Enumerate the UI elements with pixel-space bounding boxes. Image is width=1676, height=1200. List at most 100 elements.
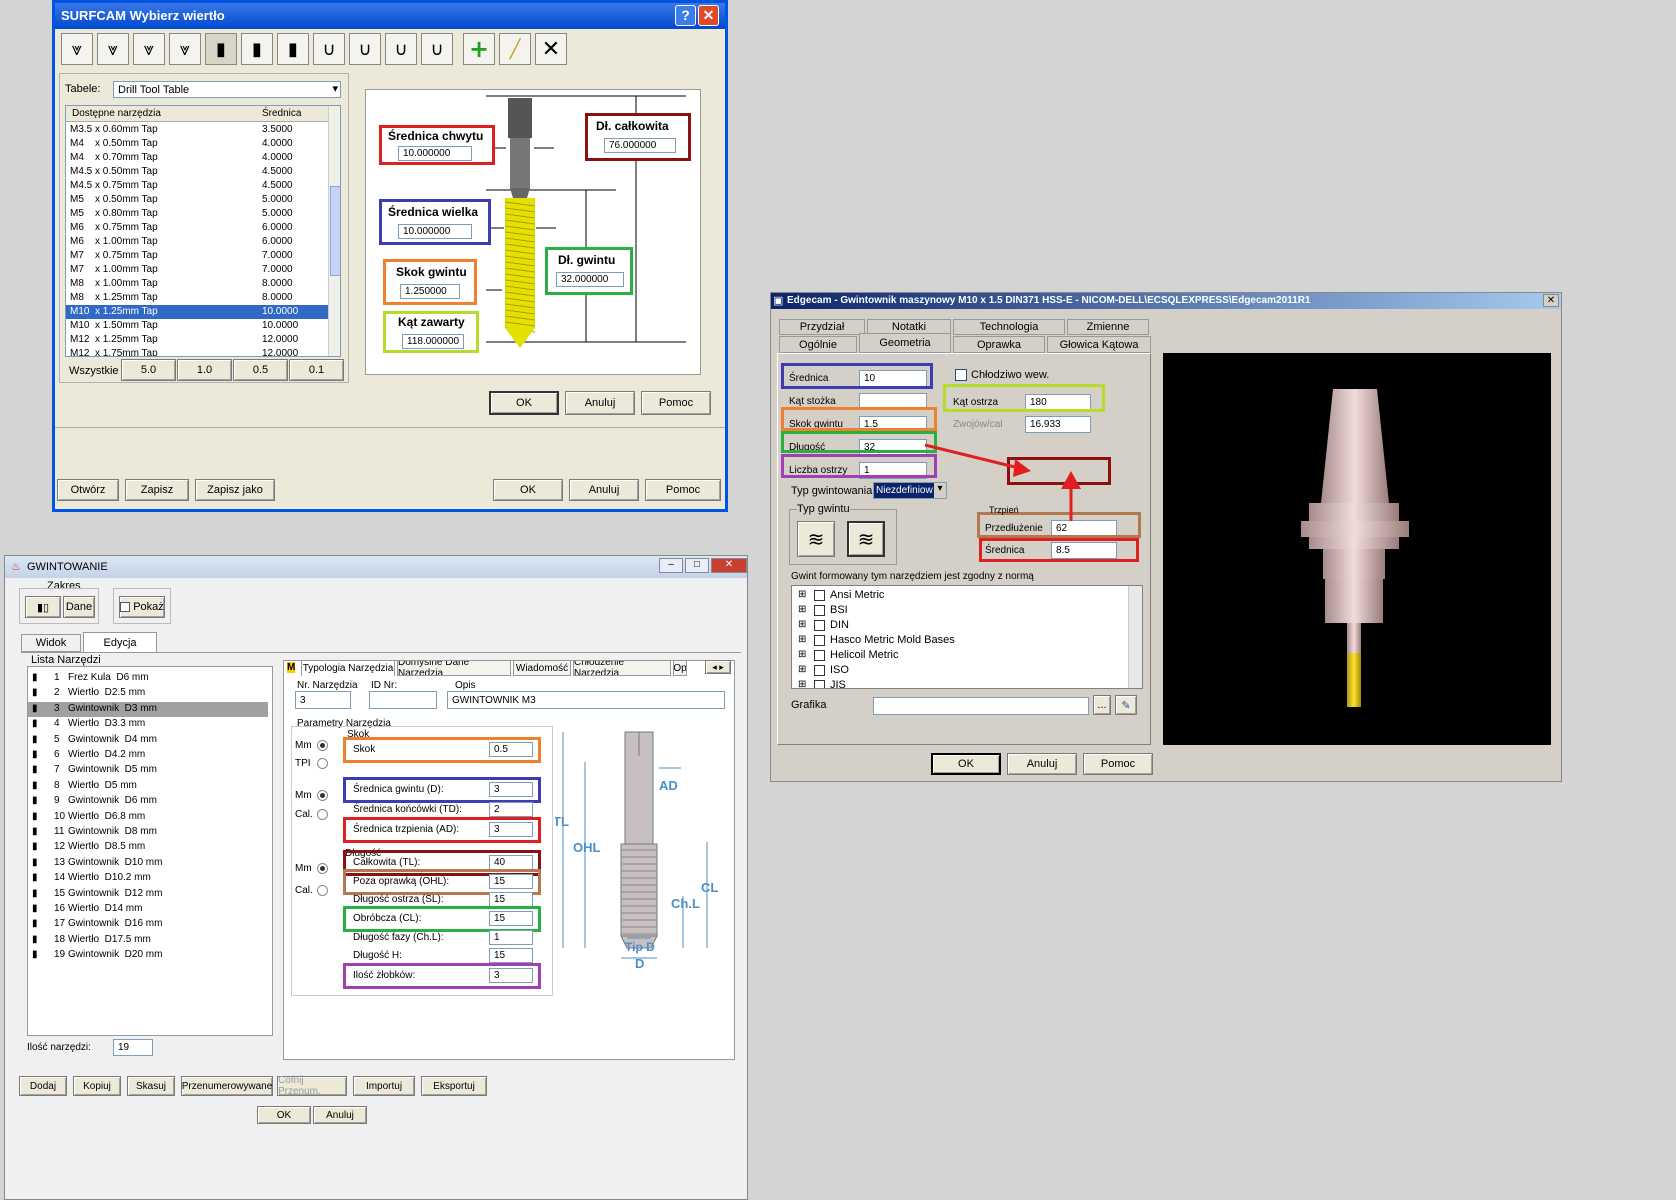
total-length-field[interactable]: 76.000000 [604,138,676,153]
list-item[interactable]: ▮ 6 Wiertło D4.2 mm [28,748,268,763]
list-scrollbar[interactable] [328,106,340,356]
table-row[interactable]: M10 x 1.25mm Tap 10.0000 [66,305,328,319]
expand-icon[interactable]: ⊞ [798,679,806,688]
tap-icon[interactable]: ▮ [205,33,237,65]
drill-type-3-icon[interactable]: ⩔ [133,33,165,65]
drill-type-2-icon[interactable]: ⩔ [97,33,129,65]
col-diam-header[interactable]: Średnica [262,108,301,119]
id-field[interactable] [369,691,437,709]
help-title-button[interactable]: ? [675,5,696,26]
tab-scroll-arrows-icon[interactable]: ◂ ▸ [705,660,731,674]
pencil-icon[interactable]: ✎ [1115,695,1137,715]
fazy-field[interactable]: 1 [489,930,533,945]
drill-type-4-icon[interactable]: ⩔ [169,33,201,65]
tree-item[interactable]: ⊞ JIS [792,678,1122,688]
kat_stozka-field[interactable] [859,393,927,410]
drill-type-1-icon[interactable]: ⩔ [61,33,93,65]
surfcam-ok2-button[interactable]: OK [493,479,563,501]
table-row[interactable]: M5 x 0.50mm Tap 5.0000 [66,193,328,207]
expand-icon[interactable]: ⊞ [798,619,806,630]
table-select[interactable]: Drill Tool Table ▾ [113,81,341,98]
surfcam-help2-button[interactable]: Pomoc [645,479,721,501]
col-tools-header[interactable]: Dostępne narzędzia [72,108,161,119]
add-icon[interactable]: + [463,33,495,65]
list-item[interactable]: ▮ 2 Wiertło D2.5 mm [28,686,268,701]
table-row[interactable]: M4 x 0.70mm Tap 4.0000 [66,151,328,165]
open-button[interactable]: Otwórz [57,479,119,501]
mm-radio-2[interactable] [317,790,328,801]
expand-icon[interactable]: ⊞ [798,664,806,675]
zakres-tool-button[interactable]: ▮▯ [25,596,61,618]
list-item[interactable]: ▮ 8 Wiertło D5 mm [28,779,268,794]
tpi-radio[interactable] [317,758,328,769]
edge-help-button[interactable]: Pomoc [1083,753,1153,775]
minimize-icon[interactable]: ‒ [659,558,683,573]
expand-icon[interactable]: ⊞ [798,604,806,615]
edge-tab-bottom-1[interactable]: Geometria [859,333,951,353]
norm-checkbox[interactable] [814,680,825,688]
edge-tab-top-3[interactable]: Zmienne [1067,319,1149,335]
shank-diam-field[interactable]: 10.000000 [398,146,472,161]
included-angle-field[interactable]: 118.000000 [402,334,464,349]
list-item[interactable]: ▮ 16 Wiertło D14 mm [28,902,268,917]
edge-tab-top-0[interactable]: Przydział [779,319,865,335]
list-item[interactable]: ▮ 17 Gwintownik D16 mm [28,917,268,932]
table-row[interactable]: M4 x 0.50mm Tap 4.0000 [66,137,328,151]
list-item[interactable]: ▮ 10 Wiertło D6.8 mm [28,810,268,825]
tree-item[interactable]: ⊞ Helicoil Metric [792,648,1122,663]
bottom-button-1[interactable]: Kopiuj [73,1076,121,1096]
table-row[interactable]: M7 x 1.00mm Tap 7.0000 [66,263,328,277]
table-row[interactable]: M8 x 1.25mm Tap 8.0000 [66,291,328,305]
bottom-button-5[interactable]: Importuj [353,1076,415,1096]
reamer-icon[interactable]: ▮ [241,33,273,65]
pokaz-button[interactable]: Pokaż [119,596,165,618]
tab-edycja[interactable]: Edycja [83,632,157,652]
tab-0[interactable]: Typologia Narzędzia [301,660,395,676]
tree-item[interactable]: ⊞ Ansi Metric [792,588,1122,603]
filter-01-button[interactable]: 0.1 [289,359,344,381]
table-row[interactable]: M12 x 1.75mm Tap 12.0000 [66,347,328,356]
browse-button[interactable]: ... [1093,695,1111,715]
sr_gw-field[interactable]: 3 [489,782,533,797]
pitch-field[interactable]: 1.250000 [400,284,460,299]
edge-tab-bottom-3[interactable]: Głowica Kątowa [1047,336,1151,353]
sr_trz-field[interactable]: 3 [489,822,533,837]
expand-icon[interactable]: ⊞ [798,589,806,600]
list-item[interactable]: ▮ 12 Wiertło D8.5 mm [28,840,268,855]
list-item[interactable]: ▮ 9 Gwintownik D6 mm [28,794,268,809]
table-row[interactable]: M6 x 0.75mm Tap 6.0000 [66,221,328,235]
tab-3[interactable]: Chłodzenie Narzędzia [573,660,671,676]
sr2-field[interactable]: 8.5 [1051,542,1117,559]
sr_konc-field[interactable]: 2 [489,802,533,817]
close-title-button[interactable]: ✕ [698,5,719,26]
right-hand-thread-button[interactable]: ≋ [797,521,835,557]
list-item[interactable]: ▮ 18 Wiertło D17.5 mm [28,933,268,948]
table-row[interactable]: M4.5 x 0.50mm Tap 4.5000 [66,165,328,179]
surfcam-cancel2-button[interactable]: Anuluj [569,479,639,501]
scrollbar-thumb[interactable] [330,186,340,276]
list-item[interactable]: ▮ 1 Frez Kula D6 mm [28,671,268,686]
drill-type-9-icon[interactable]: ∪ [349,33,381,65]
close-icon[interactable]: ✕ [711,558,747,573]
norm-tree[interactable]: ⊞ Ansi Metric ⊞ BSI ⊞ DIN ⊞ Hasco Metric Mold B… [791,585,1143,689]
kat_ostrza-field[interactable]: 180 [1025,394,1091,411]
expand-icon[interactable]: ⊞ [798,649,806,660]
cal-radio-2[interactable] [317,885,328,896]
mm-radio-3[interactable] [317,863,328,874]
major-diam-field[interactable]: 10.000000 [398,224,472,239]
drill-type-11-icon[interactable]: ∪ [421,33,453,65]
drill-type-10-icon[interactable]: ∪ [385,33,417,65]
table-row[interactable]: M12 x 1.25mm Tap 12.0000 [66,333,328,347]
skok-field[interactable]: 0.5 [489,742,533,757]
bottom-button-3[interactable]: Przenumerowywane [181,1076,273,1096]
norm-checkbox[interactable] [814,605,825,616]
surfcam-help-button[interactable]: Pomoc [641,391,711,415]
tab-4[interactable]: Op [673,660,687,676]
norm-checkbox[interactable] [814,650,825,661]
edge-close-icon[interactable]: ✕ [1543,294,1559,307]
table-row[interactable]: M7 x 0.75mm Tap 7.0000 [66,249,328,263]
list-item[interactable]: ▮ 13 Gwintownik D10 mm [28,856,268,871]
tool-list[interactable]: Dostępne narzędzia Średnica M3.5 x 0.60m… [65,105,341,357]
coolant-checkbox[interactable] [955,369,967,381]
list-item[interactable]: ▮ 5 Gwintownik D4 mm [28,733,268,748]
